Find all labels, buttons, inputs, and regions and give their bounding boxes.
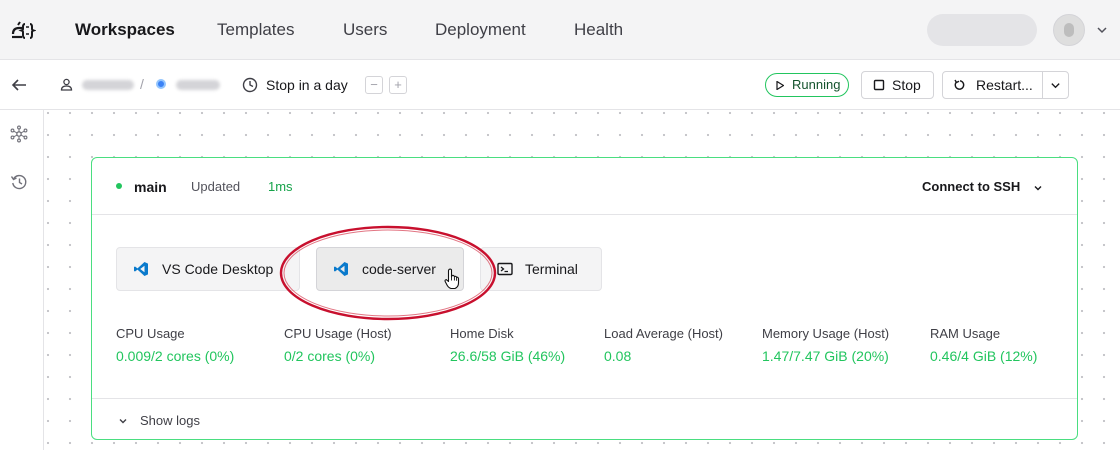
history-icon[interactable] xyxy=(10,173,28,191)
chevron-down-icon[interactable] xyxy=(1096,24,1108,36)
metric-label: CPU Usage (Host) xyxy=(284,326,392,341)
workspace-icon xyxy=(156,79,166,89)
side-rail xyxy=(0,110,44,450)
vscode-desktop-button[interactable]: VS Code Desktop xyxy=(116,247,300,291)
redacted-owner-name[interactable] xyxy=(82,80,134,90)
stop-label: Stop xyxy=(892,77,921,93)
redacted-workspace-name[interactable] xyxy=(176,80,220,90)
coder-logo-icon[interactable] xyxy=(10,18,36,42)
metric-value: 0.46/4 GiB (12%) xyxy=(930,348,1038,364)
metric-value: 0.08 xyxy=(604,348,632,364)
chevron-down-icon xyxy=(1051,83,1060,89)
restart-options-button[interactable] xyxy=(1042,71,1069,99)
metric-label: Memory Usage (Host) xyxy=(762,326,890,341)
redacted-search-pill[interactable] xyxy=(927,14,1037,46)
metric-label: RAM Usage xyxy=(930,326,1001,341)
agent-name: main xyxy=(134,179,167,195)
metric-value: 0/2 cores (0%) xyxy=(284,348,376,364)
logs-section: Show logs xyxy=(92,398,1077,440)
app-label: Terminal xyxy=(525,261,578,277)
back-arrow-icon[interactable] xyxy=(10,76,28,94)
metric-label: Home Disk xyxy=(450,326,514,341)
decrease-deadline-button[interactable]: − xyxy=(365,76,383,94)
stop-button[interactable]: Stop xyxy=(861,71,934,99)
status-badge: Running xyxy=(765,73,849,97)
terminal-button[interactable]: Terminal xyxy=(480,247,602,291)
autostop-text: Stop in a day xyxy=(266,77,348,93)
app-label: VS Code Desktop xyxy=(162,261,274,277)
user-icon xyxy=(60,78,73,91)
play-icon xyxy=(776,81,784,90)
updated-time: 1ms xyxy=(268,179,293,194)
vscode-icon xyxy=(134,262,148,276)
updated-label: Updated xyxy=(191,179,241,194)
top-navigation: Workspaces Templates Users Deployment He… xyxy=(0,0,1120,60)
nav-deployment[interactable]: Deployment xyxy=(435,20,526,40)
workspace-toolbar: / Stop in a day − + Running Stop Restart… xyxy=(0,60,1120,110)
clock-icon xyxy=(242,77,258,93)
metric-value: 26.6/58 GiB (46%) xyxy=(450,348,566,364)
increase-deadline-button[interactable]: + xyxy=(389,76,407,94)
show-logs-label: Show logs xyxy=(140,413,200,428)
nav-templates[interactable]: Templates xyxy=(217,20,294,40)
status-label: Running xyxy=(792,77,841,92)
agent-status-dot xyxy=(116,183,122,189)
nav-workspaces[interactable]: Workspaces xyxy=(75,20,175,40)
metric-value: 0.009/2 cores (0%) xyxy=(116,348,235,364)
metric-value: 1.47/7.47 GiB (20%) xyxy=(762,348,889,364)
nodes-icon[interactable] xyxy=(10,125,28,143)
agent-header: main Updated 1ms Connect to SSH xyxy=(92,158,1077,215)
connect-ssh-button[interactable]: Connect to SSH xyxy=(922,179,1020,194)
pointer-cursor-icon xyxy=(444,268,460,290)
terminal-icon xyxy=(497,262,513,276)
nav-health[interactable]: Health xyxy=(574,20,623,40)
restart-label: Restart... xyxy=(976,77,1033,93)
restart-icon xyxy=(954,79,965,90)
nav-users[interactable]: Users xyxy=(343,20,387,40)
highlight-ellipse xyxy=(279,225,497,321)
chevron-down-icon xyxy=(119,419,127,424)
show-logs-button[interactable]: Show logs xyxy=(118,413,200,428)
chevron-down-icon[interactable] xyxy=(1033,183,1043,193)
metric-label: Load Average (Host) xyxy=(604,326,723,341)
breadcrumb-separator: / xyxy=(140,76,144,92)
stop-icon xyxy=(873,79,885,91)
agent-card: main Updated 1ms Connect to SSH VS Code … xyxy=(91,157,1078,440)
metric-label: CPU Usage xyxy=(116,326,185,341)
restart-button[interactable]: Restart... xyxy=(942,71,1043,99)
avatar[interactable] xyxy=(1053,14,1085,46)
